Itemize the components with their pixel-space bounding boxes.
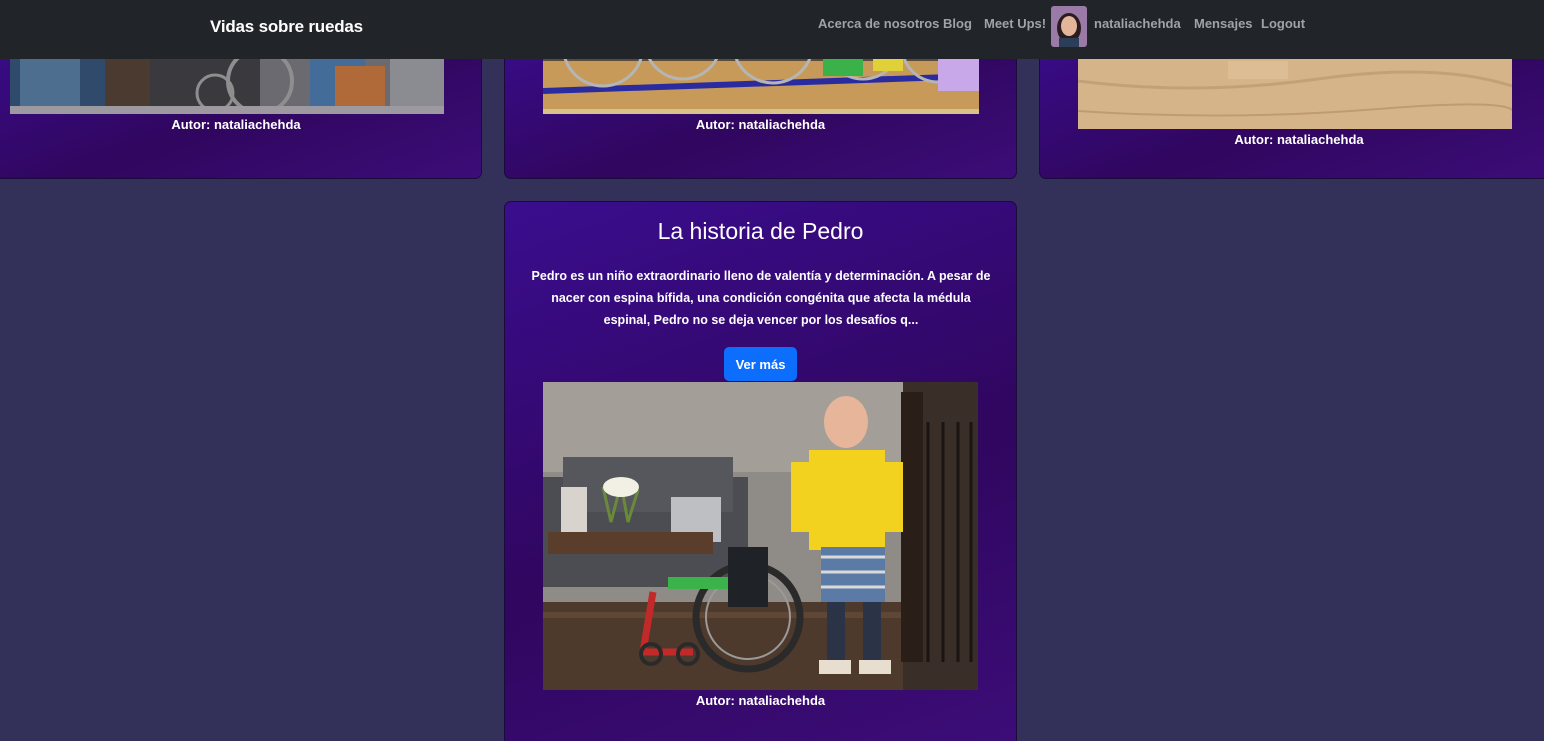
nav-logout-link[interactable]: Logout [1261, 16, 1305, 31]
nav-username-link[interactable]: nataliachehda [1094, 16, 1181, 31]
nav-meetups-link[interactable]: Meet Ups! [984, 16, 1046, 31]
nav-messages-link[interactable]: Mensajes [1194, 16, 1253, 31]
story-author: Autor: nataliachehda [695, 117, 826, 132]
story-author: Autor: nataliachehda [171, 117, 301, 132]
story-image[interactable] [543, 382, 978, 690]
brand-logo[interactable]: Vidas sobre ruedas [210, 17, 363, 37]
page: Vidas sobre ruedas Acerca de nosotros Bl… [0, 0, 1544, 741]
story-excerpt: Pedro es un niño extraordinario lleno de… [531, 269, 991, 327]
story-author: Autor: nataliachehda [1234, 132, 1364, 147]
story-title: La historia de Pedro [657, 218, 864, 244]
nav-blog-link[interactable]: Blog [943, 16, 972, 31]
nav-about-link[interactable]: Acerca de nosotros [818, 16, 939, 31]
navbar: Vidas sobre ruedas Acerca de nosotros Bl… [0, 0, 1544, 59]
user-avatar[interactable] [1051, 6, 1087, 47]
story-card: La historia de Pedro Pedro es un niño ex… [504, 201, 1017, 741]
story-author: Autor: nataliachehda [695, 693, 826, 708]
read-more-button[interactable]: Ver más [724, 347, 797, 381]
